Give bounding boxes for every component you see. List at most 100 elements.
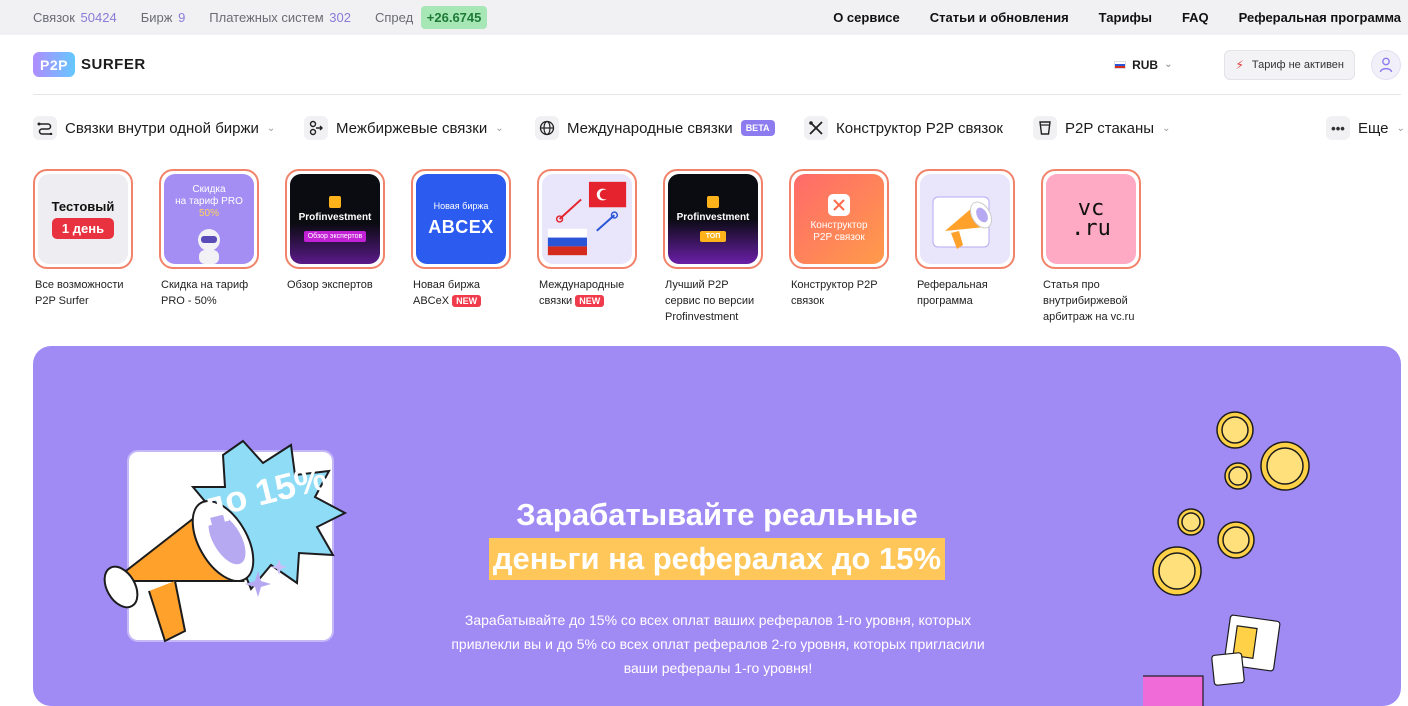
menu-item-constructor[interactable]: Конструктор P2P связок [804, 116, 1003, 140]
story-thumb-text: .ru [1071, 216, 1111, 241]
story-caption: Все возможности P2P Surfer [35, 279, 124, 307]
menu-item-single-exchange[interactable]: Связки внутри одной биржи ⌄ [33, 116, 275, 140]
stat-payment-systems: Платежных систем 302 [209, 10, 351, 25]
profinvestment-logo-icon [707, 196, 719, 208]
nav-pricing[interactable]: Тарифы [1099, 10, 1152, 25]
story-card[interactable]: Новая биржа ABCEX Новая биржа ABCeX NEW [411, 169, 511, 325]
story-thumbnail[interactable]: Profinvestment Обзор экспертов [285, 169, 385, 269]
menu-item-more[interactable]: ••• Еще ⌄ [1326, 116, 1405, 140]
story-card[interactable]: Profinvestment ТОП Лучший P2P сервис по … [663, 169, 763, 325]
stat-value: 302 [329, 10, 351, 25]
spread-value-badge: +26.6745 [420, 6, 488, 29]
stats-group: Связок 50424 Бирж 9 Платежных систем 302… [33, 6, 488, 29]
currency-select[interactable]: RUB ⌄ [1114, 58, 1172, 72]
banner-description: Зарабатывайте до 15% со всех оплат ваших… [451, 612, 985, 676]
story-thumbnail[interactable]: vc .ru [1041, 169, 1141, 269]
story-image: Конструктор P2P связок [794, 174, 884, 264]
story-card[interactable]: Международные связки NEW [537, 169, 637, 325]
chevron-down-icon: ⌄ [1164, 59, 1173, 70]
story-thumb-text: Тестовый [51, 199, 115, 214]
story-caption: Конструктор P2P связок [791, 279, 878, 307]
story-card[interactable]: Реферальная программа [915, 169, 1015, 325]
story-thumbnail[interactable] [537, 169, 637, 269]
menu-item-label: Еще [1358, 119, 1389, 137]
story-caption: Лучший P2P сервис по версии Profinvestme… [665, 279, 755, 323]
stories-row: Тестовый 1 день Все возможности P2P Surf… [33, 169, 1141, 325]
megaphone-icon [932, 196, 992, 249]
more-dots-icon: ••• [1326, 116, 1350, 140]
main-menu: Связки внутри одной биржи ⌄ Межбиржевые … [33, 112, 1405, 144]
logo-text: SURFER [81, 56, 146, 73]
story-thumb-text: Скидка [192, 184, 226, 195]
menu-item-inter-exchange[interactable]: Межбиржевые связки ⌄ [304, 116, 504, 140]
menu-item-label: Конструктор P2P связок [836, 119, 1003, 137]
story-thumbnail[interactable] [915, 169, 1015, 269]
flags-arrows-icon [547, 181, 627, 256]
story-caption: Обзор экспертов [287, 279, 373, 291]
top-nav: О сервисе Статьи и обновления Тарифы FAQ… [833, 10, 1401, 25]
story-thumb-text: 50% [198, 208, 219, 219]
stat-value: 9 [178, 10, 186, 25]
menu-item-label: Международные связки [567, 119, 733, 137]
exchange-icon [304, 116, 328, 140]
menu-item-orderbooks[interactable]: P2P стаканы ⌄ [1033, 116, 1170, 140]
nav-referral[interactable]: Реферальная программа [1239, 10, 1401, 25]
story-caption: Реферальная программа [917, 279, 988, 307]
story-image: Profinvestment Обзор экспертов [290, 174, 380, 264]
stat-label: Платежных систем [209, 10, 324, 25]
spread-label: Спред [374, 10, 414, 25]
stats-bar: Связок 50424 Бирж 9 Платежных систем 302… [0, 0, 1408, 35]
nav-about[interactable]: О сервисе [833, 10, 900, 25]
story-card[interactable]: vc .ru Статья про внутрибиржевой арбитра… [1041, 169, 1141, 325]
stat-label: Бирж [140, 10, 173, 25]
logo[interactable]: P2P SURFER [33, 52, 146, 77]
story-image [920, 174, 1010, 264]
chevron-down-icon: ⌄ [1162, 122, 1171, 134]
story-thumb-text: P2P связок [813, 232, 865, 243]
story-card[interactable]: Profinvestment Обзор экспертов Обзор экс… [285, 169, 385, 325]
chevron-down-icon: ⌄ [1396, 122, 1405, 134]
story-image: Скидка на тариф PRO 50% [164, 174, 254, 264]
chevron-down-icon: ⌄ [266, 122, 276, 134]
story-image: Тестовый 1 день [38, 174, 128, 264]
lightning-icon: ⚡︎ [1235, 57, 1244, 72]
tariff-button-label: Тариф не активен [1251, 58, 1344, 71]
route-icon [33, 116, 57, 140]
nav-faq[interactable]: FAQ [1182, 10, 1209, 25]
chevron-down-icon: ⌄ [495, 122, 504, 134]
stat-links: Связок 50424 [33, 10, 117, 25]
story-thumb-badge: ТОП [699, 231, 727, 242]
story-thumb-text: ABCEX [428, 216, 494, 237]
story-caption: Новая биржа ABCeX NEW [411, 277, 511, 309]
story-thumb-text: Profinvestment [298, 212, 372, 223]
tools-icon [804, 116, 828, 140]
banner-title-highlight: деньги на рефералах до 15% [488, 538, 946, 580]
user-icon [1379, 57, 1393, 72]
story-thumb-text: Конструктор [810, 220, 868, 231]
currency-value: RUB [1132, 57, 1159, 72]
story-thumbnail[interactable]: Скидка на тариф PRO 50% [159, 169, 259, 269]
story-thumbnail[interactable]: Profinvestment ТОП [663, 169, 763, 269]
story-thumb-text: Profinvestment [676, 212, 750, 223]
story-image: Profinvestment ТОП [668, 174, 758, 264]
stat-value: 50424 [80, 10, 117, 25]
referral-banner: до 15% Зарабатывайте реальные деньги на … [33, 346, 1401, 706]
story-thumbnail[interactable]: Новая биржа ABCEX [411, 169, 511, 269]
header: P2P SURFER RUB ⌄ ⚡︎ Тариф не активен [33, 35, 1401, 95]
story-thumbnail[interactable]: Тестовый 1 день [33, 169, 133, 269]
menu-item-international[interactable]: Международные связки BETA [535, 116, 775, 140]
stat-label: Связок [33, 10, 75, 25]
story-card[interactable]: Скидка на тариф PRO 50% Скидка на тариф … [159, 169, 259, 325]
story-image [542, 174, 632, 264]
story-card[interactable]: Тестовый 1 день Все возможности P2P Surf… [33, 169, 133, 325]
cup-icon [1033, 116, 1057, 140]
new-badge: NEW [452, 295, 482, 307]
user-avatar[interactable] [1371, 49, 1401, 80]
tariff-button[interactable]: ⚡︎ Тариф не активен [1224, 49, 1355, 80]
nav-articles[interactable]: Статьи и обновления [930, 10, 1069, 25]
story-caption: Статья про внутрибиржевой арбитраж на vc… [1043, 279, 1135, 323]
new-badge: NEW [575, 295, 605, 307]
story-thumbnail[interactable]: Конструктор P2P связок [789, 169, 889, 269]
story-card[interactable]: Конструктор P2P связок Конструктор P2P с… [789, 169, 889, 325]
story-caption: Скидка на тариф PRO - 50% [161, 279, 249, 307]
